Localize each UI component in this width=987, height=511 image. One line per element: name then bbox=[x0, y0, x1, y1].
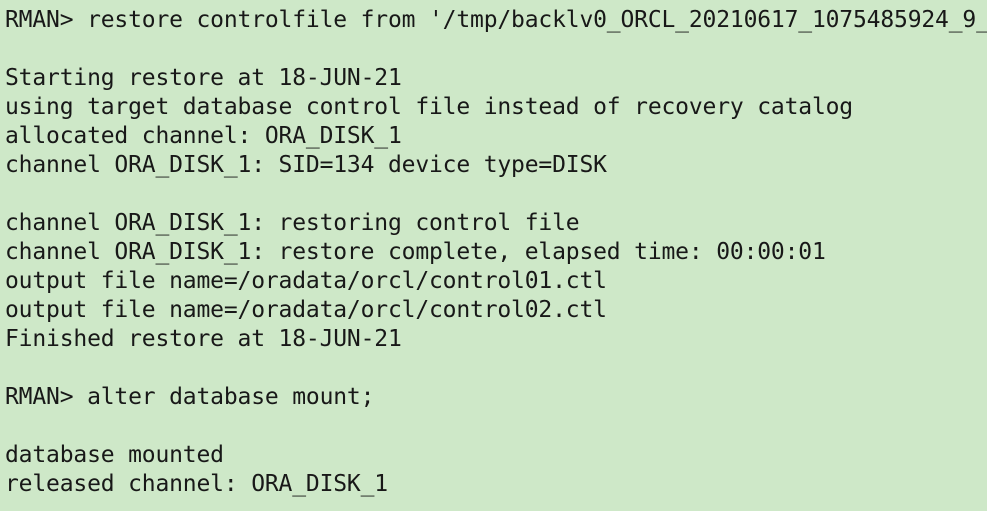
terminal-command-line: RMAN> restore controlfile from '/tmp/bac… bbox=[5, 7, 987, 33]
terminal-output-line: Starting restore at 18-JUN-21 bbox=[5, 65, 402, 91]
terminal-output-line: channel ORA_DISK_1: restore complete, el… bbox=[5, 239, 826, 265]
terminal-output-line: channel ORA_DISK_1: restoring control fi… bbox=[5, 210, 580, 236]
terminal-output-pane[interactable]: RMAN> restore controlfile from '/tmp/bac… bbox=[0, 0, 987, 511]
terminal-output-line: channel ORA_DISK_1: SID=134 device type=… bbox=[5, 152, 607, 178]
terminal-command-line: RMAN> alter database mount; bbox=[5, 384, 375, 410]
terminal-output-line: released channel: ORA_DISK_1 bbox=[5, 471, 388, 497]
terminal-output-line: output file name=/oradata/orcl/control02… bbox=[5, 297, 607, 323]
terminal-output-line: allocated channel: ORA_DISK_1 bbox=[5, 123, 402, 149]
terminal-output-line: output file name=/oradata/orcl/control01… bbox=[5, 268, 607, 294]
terminal-output-line: using target database control file inste… bbox=[5, 94, 853, 120]
terminal-output-line: Finished restore at 18-JUN-21 bbox=[5, 326, 402, 352]
terminal-output-line: database mounted bbox=[5, 442, 224, 468]
